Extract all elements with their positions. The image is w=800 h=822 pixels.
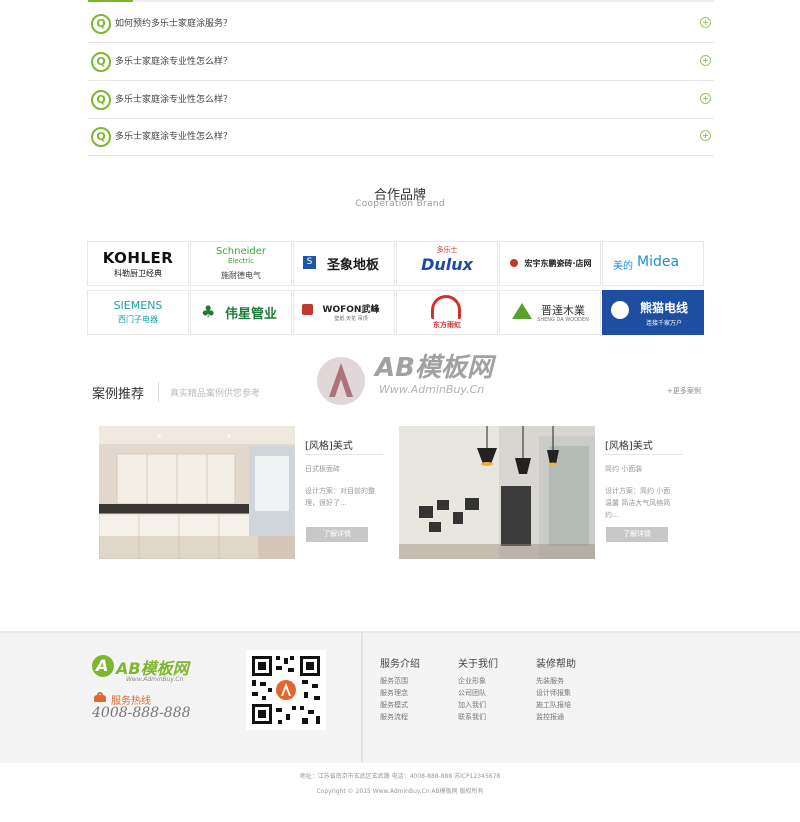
case-detail-button[interactable]: 了解详情	[606, 527, 668, 542]
expand-icon[interactable]	[700, 93, 711, 104]
brand-name: 东方雨虹	[433, 321, 461, 329]
case-design: 设计方案：简约 小面温馨 简洁大气风格简约...	[605, 487, 671, 519]
cases-title-divider	[158, 382, 159, 402]
brand-name: 美的	[613, 261, 633, 272]
watermark-text: AB模板网	[375, 353, 493, 383]
brand-logo-siemens[interactable]: SIEMENS 西门子电器	[87, 290, 189, 335]
brand-name: 圣象地板	[326, 258, 379, 273]
case-type: 简约 小面装	[605, 465, 643, 473]
footer-link[interactable]: 公司团队	[458, 688, 486, 698]
brand-sub: 施耐德电气	[221, 271, 261, 280]
case-title[interactable]: [风格]美式	[605, 437, 653, 452]
faq-question[interactable]: 多乐士家庭涂专业性怎么样？	[115, 129, 232, 142]
case-detail-button[interactable]: 了解详情	[306, 527, 368, 542]
footer-link[interactable]: 设计师报集	[536, 688, 571, 698]
expand-icon[interactable]	[700, 55, 711, 66]
question-icon: Q	[91, 14, 111, 34]
faq-top-divider	[88, 0, 714, 2]
footer-link[interactable]: 服务模式	[380, 700, 408, 710]
brand-name: 伟星管业	[224, 307, 277, 322]
brand-name: KOHLER	[102, 249, 174, 267]
brand-logo-shengda[interactable]: 晋達木業 SHENG DA WOODEN	[499, 290, 601, 335]
brand-name: 熊猫电线	[639, 301, 688, 315]
brand-logo-schneider[interactable]: Schneider Electric 施耐德电气	[190, 241, 292, 286]
brand-name-2: Midea	[637, 254, 680, 270]
brand-logo-kohler[interactable]: KOHLER 科勒厨卫经典	[87, 241, 189, 286]
watermark: AB模板网 Www.AdminBuy.Cn	[313, 345, 513, 415]
expand-icon[interactable]	[700, 130, 711, 141]
brand-sub: 多乐士	[436, 246, 458, 254]
faq-question[interactable]: 如何预约多乐士家庭涂服务？	[115, 16, 232, 29]
footer-address: 地址：江苏省南京市玄武区玄武路 电话：4008-888-888 苏ICP1234…	[299, 773, 501, 780]
faq-item[interactable]: Q 多乐士家庭涂专业性怎么样？	[88, 80, 714, 119]
case-type: 日式板面砖	[305, 465, 340, 473]
case-title[interactable]: [风格]美式	[305, 437, 353, 452]
faq-item[interactable]: Q 多乐士家庭涂专业性怎么样？	[88, 42, 714, 81]
faq-item[interactable]: Q 多乐士家庭涂专业性怎么样？	[88, 117, 714, 156]
brand-name: Schneider	[215, 246, 267, 257]
brand-logo-weixing[interactable]: ♣ 伟星管业	[190, 290, 292, 335]
kitchen-photo	[99, 426, 295, 559]
footer-copyright: Copyright © 2015 Www.AdminBuy.Cn AB模板网 版…	[316, 788, 484, 795]
brand-name: 晋達木業	[541, 304, 585, 317]
more-cases-link[interactable]: +更多案例	[667, 386, 701, 396]
question-icon: Q	[91, 52, 111, 72]
footer-link[interactable]: 服务理念	[380, 688, 408, 698]
brand-name: 宏宇东鹏瓷砖·店网	[524, 259, 592, 268]
brand-logo-panda-cable[interactable]: 熊猫电线 连接千家万户	[602, 290, 704, 335]
qr-code	[246, 650, 326, 730]
cases-subtitle: 真实精品案例供您参考	[170, 389, 261, 399]
brand-sub: SHENG DA WOODEN	[537, 317, 589, 323]
footer-link[interactable]: 加入我们	[458, 700, 486, 710]
faq-item[interactable]: Q 如何预约多乐士家庭涂服务？	[88, 4, 714, 43]
expand-icon[interactable]	[700, 17, 711, 28]
cases-title: 案例推荐	[92, 387, 145, 402]
case-design: 设计方案：对目前的整理，很好了...	[305, 487, 375, 507]
brand-logo-wofon[interactable]: WOFON武峰 壁纸 天花 吊顶	[293, 290, 395, 335]
footer-link[interactable]: 企业形象	[458, 676, 486, 686]
faq-question[interactable]: 多乐士家庭涂专业性怎么样？	[115, 54, 232, 67]
brand-logo-shengxiang[interactable]: S 圣象地板	[293, 241, 395, 286]
brand-name: SIEMENS	[113, 299, 163, 312]
watermark-logo-icon	[317, 357, 365, 405]
arch-icon	[431, 295, 461, 319]
case-image[interactable]	[399, 426, 595, 559]
qr-code-icon	[246, 650, 326, 730]
footer-logo-url: Www.AdminBuy.Cn	[126, 676, 184, 683]
brand-name-2: Electric	[228, 257, 254, 265]
brand-logo-oriental-yuhong[interactable]: 东方雨虹	[396, 290, 498, 335]
hotline-number: 4008-888-888	[92, 705, 191, 721]
brand-sub: 科勒厨卫经典	[114, 269, 162, 278]
footer-col-title: 装修帮助	[536, 659, 576, 670]
brand-sub: 连接千家万户	[645, 320, 682, 327]
dining-photo	[399, 426, 595, 559]
faq-question[interactable]: 多乐士家庭涂专业性怎么样？	[115, 92, 232, 105]
footer-link[interactable]: 服务流程	[380, 712, 408, 722]
case-image[interactable]	[99, 426, 295, 559]
brand-sub: 壁纸 天花 吊顶	[334, 316, 368, 322]
footer-divider	[361, 632, 363, 762]
brand-grid: KOHLER 科勒厨卫经典 Schneider Electric 施耐德电气 S…	[87, 241, 707, 336]
question-icon: Q	[91, 127, 111, 147]
brand-logo-midea[interactable]: 美的 Midea	[602, 241, 704, 286]
brand-logo-dulux[interactable]: 多乐士 Dulux	[396, 241, 498, 286]
question-icon: Q	[91, 90, 111, 110]
footer-col-title: 服务介绍	[380, 659, 420, 670]
footer-link[interactable]: 服务范围	[380, 676, 408, 686]
brand-name: Dulux	[421, 255, 473, 274]
watermark-url: Www.AdminBuy.Cn	[379, 383, 485, 396]
footer-link[interactable]: 施工队报培	[536, 700, 571, 710]
case-divider	[605, 454, 683, 455]
brand-name: WOFON武峰	[322, 305, 380, 315]
case-divider	[305, 454, 383, 455]
brand-logo-dongpeng[interactable]: 宏宇东鹏瓷砖·店网	[499, 241, 601, 286]
footer-link[interactable]: 联系我们	[458, 712, 486, 722]
footer-link[interactable]: 监控报通	[536, 712, 564, 722]
footer-col-title: 关于我们	[458, 659, 498, 670]
brand-sub: 西门子电器	[118, 315, 158, 324]
phone-icon	[94, 692, 106, 704]
brands-subtitle: Cooperation Brand	[355, 199, 445, 209]
footer-link[interactable]: 先装服务	[536, 676, 564, 686]
